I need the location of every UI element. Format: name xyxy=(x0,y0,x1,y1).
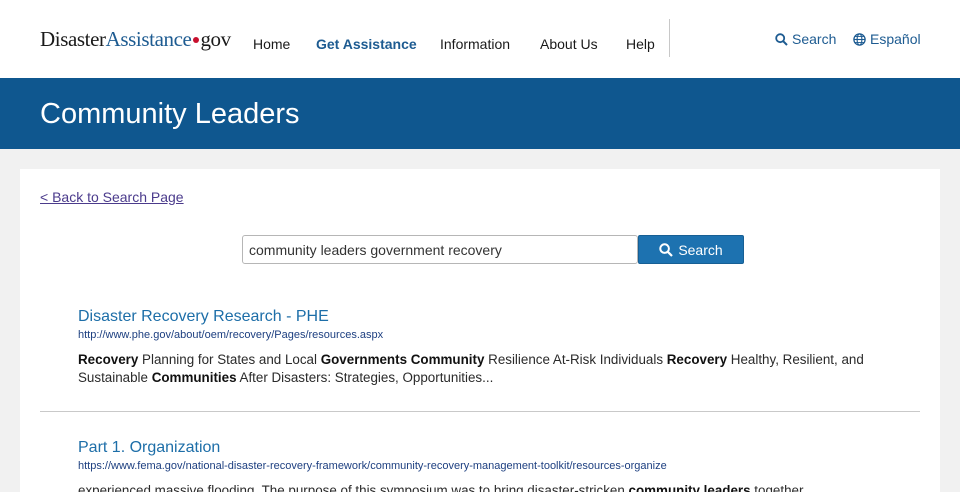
nav-item-get-assistance[interactable]: Get Assistance xyxy=(316,35,417,53)
header-search-label: Search xyxy=(792,31,837,47)
site-header: DisasterAssistance gov Home Get Assistanc… xyxy=(0,0,960,78)
logo-dot xyxy=(193,37,200,44)
back-to-search-link[interactable]: < Back to Search Page xyxy=(40,189,184,205)
highlighted-term: Governments xyxy=(320,352,408,367)
snippet-text: experienced massive flooding. The purpos… xyxy=(78,483,629,492)
search-icon xyxy=(775,33,788,46)
result-url: http://www.phe.gov/about/oem/recovery/Pa… xyxy=(78,329,384,341)
nav-item-about-us[interactable]: About Us xyxy=(540,35,598,53)
globe-icon xyxy=(853,33,866,46)
logo-text-disaster: Disaster xyxy=(40,27,106,51)
highlighted-term: Recovery xyxy=(78,352,139,367)
highlighted-term: Community xyxy=(410,352,485,367)
search-results-card: < Back to Search Page Search Disaster Re… xyxy=(20,169,940,492)
snippet-text: After Disasters: Strategies, Opportuniti… xyxy=(236,370,494,385)
snippet-text: Resilience At-Risk Individuals xyxy=(484,352,667,367)
page-title: Community Leaders xyxy=(40,98,300,130)
result-snippet: experienced massive flooding. The purpos… xyxy=(78,482,898,492)
search-input[interactable] xyxy=(242,235,638,264)
language-label: Español xyxy=(870,31,921,47)
highlighted-term: Communities xyxy=(151,370,237,385)
highlighted-term: community leaders xyxy=(628,483,751,492)
site-logo[interactable]: DisasterAssistance gov xyxy=(40,27,231,51)
search-icon xyxy=(659,242,674,257)
result-snippet: Recovery Planning for States and Local G… xyxy=(78,351,898,387)
snippet-text: Planning for States and Local xyxy=(138,352,321,367)
nav-item-help[interactable]: Help xyxy=(626,35,655,53)
logo-text-gov: gov xyxy=(200,27,231,51)
result-url: https://www.fema.gov/national-disaster-r… xyxy=(78,460,667,472)
page-banner: Community Leaders xyxy=(0,78,960,149)
search-button-label: Search xyxy=(678,241,723,258)
search-result: Disaster Recovery Research - PHE http://… xyxy=(78,307,898,387)
highlighted-term: Recovery xyxy=(666,352,728,367)
result-title-link[interactable]: Disaster Recovery Research - PHE xyxy=(78,307,898,327)
language-link[interactable]: Español xyxy=(853,30,921,48)
nav-item-home[interactable]: Home xyxy=(253,35,290,53)
nav-divider xyxy=(669,19,670,57)
snippet-text: together xyxy=(750,483,804,492)
result-title-link[interactable]: Part 1. Organization xyxy=(78,438,898,458)
result-divider xyxy=(40,411,920,412)
header-search-link[interactable]: Search xyxy=(775,30,836,48)
logo-text-assistance: Assistance xyxy=(105,27,192,51)
search-button[interactable]: Search xyxy=(638,235,744,264)
nav-item-information[interactable]: Information xyxy=(440,35,510,53)
search-result: Part 1. Organization https://www.fema.go… xyxy=(78,438,898,492)
